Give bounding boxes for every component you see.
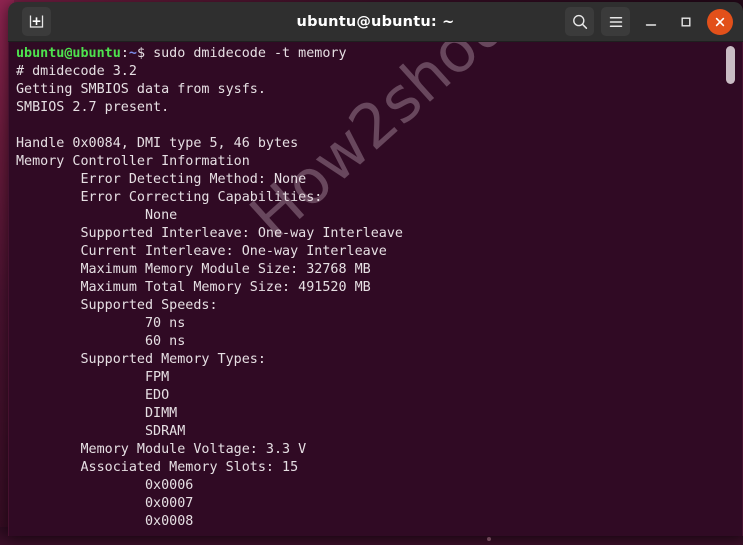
prompt-separator: : [120, 46, 129, 61]
search-icon [572, 14, 587, 29]
menu-button[interactable] [601, 7, 630, 36]
terminal-body[interactable]: ubuntu@ubuntu:~$ sudo dmidecode -t memor… [8, 42, 743, 536]
terminal-scrollbar[interactable] [726, 42, 739, 536]
minimize-button[interactable] [637, 8, 665, 36]
hamburger-menu-icon [609, 16, 622, 27]
titlebar-controls [565, 7, 743, 36]
close-icon [715, 17, 725, 26]
new-tab-button[interactable] [22, 7, 51, 36]
prompt-user-host: ubuntu@ubuntu [16, 46, 121, 61]
terminal-window: ubuntu@ubuntu: ~ ubuntu@ubuntu:~$ sudo d… [8, 2, 743, 536]
search-button[interactable] [565, 7, 594, 36]
maximize-icon [681, 16, 691, 26]
prompt-sigil: $ [136, 46, 145, 61]
scrollbar-thumb[interactable] [726, 46, 735, 84]
maximize-button[interactable] [672, 8, 700, 36]
desktop-indicator-dot [487, 537, 491, 541]
window-titlebar: ubuntu@ubuntu: ~ [8, 2, 743, 42]
command-output-block: # dmidecode 3.2 Getting SMBIOS data from… [16, 64, 403, 529]
prompt-spacer [145, 46, 153, 61]
command-text: sudo dmidecode -t memory [153, 46, 347, 61]
new-tab-icon [29, 15, 44, 28]
minimize-icon [645, 23, 657, 26]
close-button[interactable] [707, 8, 733, 35]
prompt-path: ~ [128, 46, 137, 61]
terminal-output: ubuntu@ubuntu:~$ sudo dmidecode -t memor… [16, 45, 403, 531]
